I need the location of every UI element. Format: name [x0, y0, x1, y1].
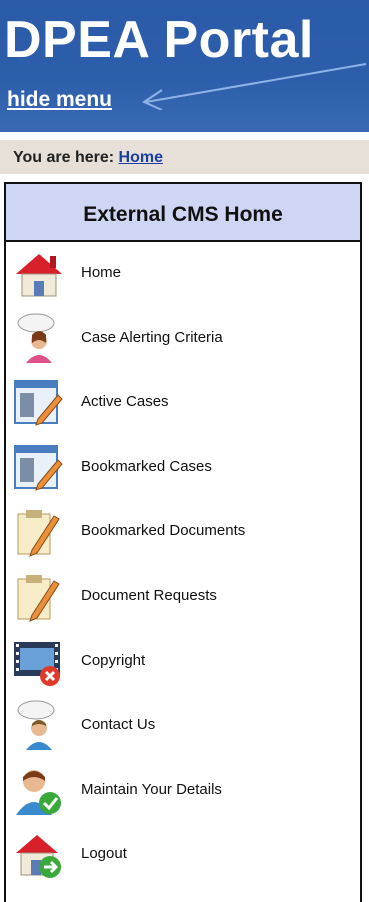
menu-item-label: Active Cases: [81, 393, 169, 411]
menu-item-label: Maintain Your Details: [81, 780, 222, 798]
house-icon: [16, 254, 62, 297]
menu-item-contact-us[interactable]: Contact Us: [6, 694, 360, 759]
menu-item-logout[interactable]: Logout: [6, 823, 360, 888]
breadcrumb-home-link[interactable]: Home: [119, 149, 163, 166]
breadcrumb: You are here: Home: [0, 140, 369, 174]
menu-item-label: Case Alerting Criteria: [81, 328, 223, 346]
menu-item-bookmarked-cases[interactable]: Bookmarked Cases: [6, 436, 360, 501]
panel-title: External CMS Home: [6, 184, 360, 242]
clipboard-pencil-icon: [17, 574, 60, 622]
menu-item-copyright[interactable]: Copyright: [6, 630, 360, 695]
user-check-icon: [16, 769, 61, 815]
menu-item-maintain-your-details[interactable]: Maintain Your Details: [6, 759, 360, 824]
menu-list: Home Case Alerting Criteria Active Cases: [6, 242, 360, 888]
menu-item-document-requests[interactable]: Document Requests: [6, 565, 360, 630]
document-pencil-icon: [14, 444, 63, 491]
film-x-icon: [14, 641, 60, 686]
menu-item-label: Contact Us: [81, 716, 156, 734]
menu-item-case-alerting-criteria[interactable]: Case Alerting Criteria: [6, 307, 360, 372]
menu-item-label: Document Requests: [81, 586, 217, 604]
menu-item-label: Logout: [81, 845, 127, 863]
menu-item-active-cases[interactable]: Active Cases: [6, 371, 360, 436]
menu-item-label: Bookmarked Cases: [81, 457, 212, 475]
clipboard-pencil-icon: [17, 510, 60, 558]
menu-item-bookmarked-documents[interactable]: Bookmarked Documents: [6, 500, 360, 565]
house-exit-icon: [16, 835, 61, 879]
menu-panel: External CMS Home Home Case Alerting Cri…: [4, 182, 362, 902]
speech-person-icon: [17, 700, 55, 751]
menu-item-label: Copyright: [81, 651, 146, 669]
menu-item-label: Home: [81, 264, 122, 281]
speech-person-icon: [17, 313, 55, 363]
hide-menu-link[interactable]: hide menu: [7, 88, 112, 112]
document-pencil-icon: [14, 380, 63, 426]
site-header: DPEA Portal hide menu: [0, 0, 369, 132]
menu-item-label: Bookmarked Documents: [81, 522, 246, 540]
menu-item-home[interactable]: Home: [6, 242, 360, 307]
breadcrumb-prefix: You are here:: [13, 149, 115, 166]
arrow-icon: [141, 63, 367, 110]
